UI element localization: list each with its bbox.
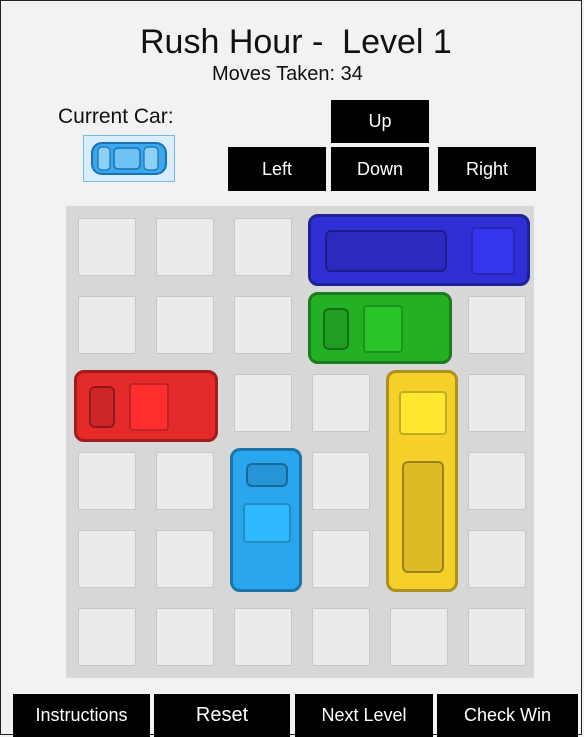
next-level-button[interactable]: Next Level	[295, 694, 433, 737]
car-window	[325, 230, 447, 272]
board-cell	[156, 296, 214, 354]
moves-value: 34	[340, 63, 363, 85]
red-car[interactable]	[74, 370, 218, 442]
board-cell	[78, 452, 136, 510]
current-car-thumbnail	[83, 135, 175, 182]
car-roof	[128, 383, 170, 431]
board-cell	[468, 608, 526, 666]
board-cell	[78, 608, 136, 666]
board-cell	[390, 608, 448, 666]
car-window	[89, 386, 115, 428]
current-car-label: Current Car:	[58, 105, 174, 128]
board-cell	[78, 296, 136, 354]
car-roof	[362, 305, 404, 353]
moves-counter: Moves Taken: 34	[212, 62, 363, 86]
board-cell	[312, 530, 370, 588]
page-title: Rush Hour - Level 1	[140, 23, 452, 61]
board-cell	[468, 374, 526, 432]
board-cell	[156, 608, 214, 666]
up-button[interactable]: Up	[331, 100, 429, 143]
board-cell	[468, 452, 526, 510]
yellow-truck[interactable]	[386, 370, 458, 592]
board-cell	[312, 608, 370, 666]
board-cell	[468, 296, 526, 354]
board-cell	[78, 218, 136, 276]
board-cell	[156, 530, 214, 588]
current-car-icon	[91, 142, 167, 175]
car-roof	[399, 391, 447, 435]
board-cell	[312, 374, 370, 432]
car-roof	[471, 227, 515, 275]
board-cell	[156, 218, 214, 276]
reset-button[interactable]: Reset	[154, 694, 290, 737]
instructions-button[interactable]: Instructions	[13, 694, 150, 737]
down-button[interactable]: Down	[331, 147, 429, 191]
board-cell	[312, 452, 370, 510]
board-cell	[234, 608, 292, 666]
car-window	[246, 463, 288, 487]
light-blue-car[interactable]	[230, 448, 302, 592]
board-cell	[234, 374, 292, 432]
board-cell	[156, 452, 214, 510]
board-cell	[468, 530, 526, 588]
moves-label: Moves Taken:	[212, 63, 341, 85]
car-window	[402, 461, 444, 573]
green-car[interactable]	[308, 292, 452, 364]
blue-truck[interactable]	[308, 214, 530, 286]
car-window	[323, 308, 349, 350]
game-board	[66, 206, 534, 678]
board-cell	[234, 218, 292, 276]
check-win-button[interactable]: Check Win	[437, 694, 578, 737]
car-roof	[243, 502, 291, 544]
right-button[interactable]: Right	[438, 147, 536, 191]
board-cell	[78, 530, 136, 588]
board-cell	[234, 296, 292, 354]
left-button[interactable]: Left	[228, 147, 326, 191]
